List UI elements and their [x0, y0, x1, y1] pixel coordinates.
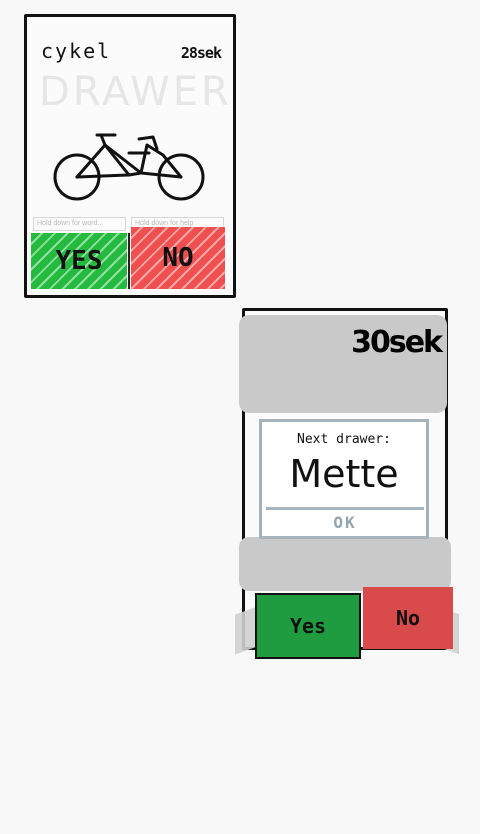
- dim-overlay-left: [235, 607, 255, 655]
- next-drawer-name: Mette: [289, 452, 399, 496]
- ok-button[interactable]: OK: [266, 507, 424, 534]
- no-button[interactable]: NO: [131, 227, 225, 289]
- yes-button[interactable]: YES: [31, 233, 127, 289]
- countdown-timer: 28sek: [180, 44, 222, 62]
- hint-hold-word[interactable]: Hold down for word...: [33, 217, 126, 231]
- dim-overlay-bottom: [239, 537, 451, 591]
- dialog-label: Next drawer:: [297, 432, 391, 447]
- button-divider: [128, 233, 130, 289]
- next-drawer-screen: 30sek Next drawer: Mette OK Yes No: [235, 308, 459, 659]
- drawer-screen: DRAWER cykel 28sek Hold down for word...…: [24, 14, 236, 298]
- current-word: cykel: [41, 39, 112, 63]
- role-watermark: DRAWER: [39, 69, 232, 115]
- countdown-timer: 30sek: [351, 325, 443, 360]
- no-button[interactable]: No: [363, 587, 453, 649]
- next-drawer-dialog: Next drawer: Mette OK: [259, 419, 429, 539]
- yes-button[interactable]: Yes: [255, 593, 361, 659]
- bicycle-drawing: [53, 133, 205, 201]
